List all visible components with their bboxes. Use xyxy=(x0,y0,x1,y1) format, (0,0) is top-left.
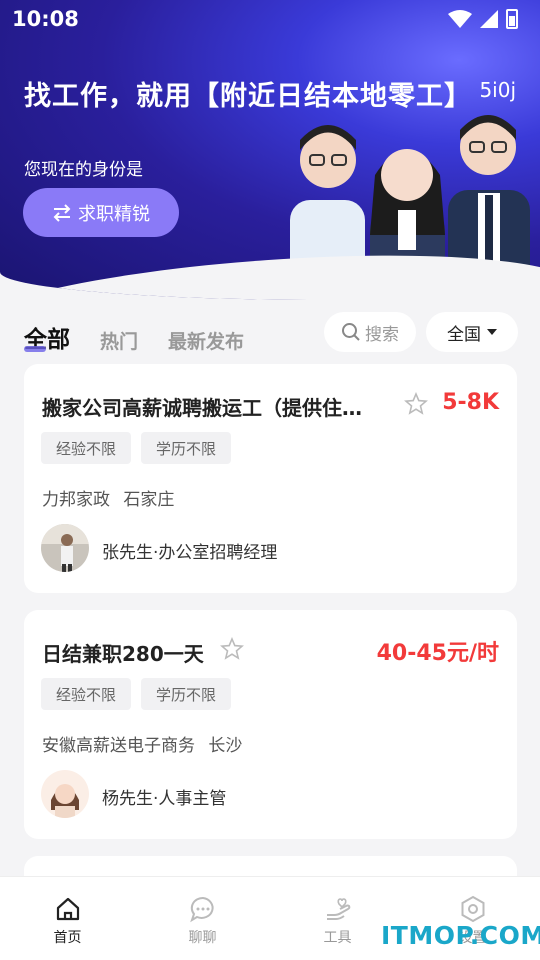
swap-icon xyxy=(53,203,71,222)
star-icon[interactable] xyxy=(220,637,244,661)
job-title: 日结兼职280一天 xyxy=(42,642,204,666)
recruiter-info: 张先生·办公室招聘经理 xyxy=(102,543,278,563)
job-card[interactable]: 搬家公司高薪诚聘搬运工（提供住… 5-8K 经验不限 学历不限 力邦家政 石家庄… xyxy=(24,364,517,593)
avatar xyxy=(41,524,89,572)
chat-bubble-icon xyxy=(189,896,214,923)
hand-heart-icon xyxy=(326,898,350,920)
job-title: 搬家公司高薪诚聘搬运工（提供住… xyxy=(42,396,362,420)
star-icon[interactable] xyxy=(404,392,428,416)
nav-home-label: 首页 xyxy=(53,930,82,946)
avatar xyxy=(41,770,89,818)
job-company-location: 力邦家政 石家庄 xyxy=(42,485,174,510)
role-label: 求职精锐 xyxy=(78,203,150,225)
company-name: 力邦家政 xyxy=(42,490,110,510)
job-salary: 40-45元/时 xyxy=(376,641,499,666)
status-bar: 10:08 xyxy=(0,0,540,38)
company-city: 石家庄 xyxy=(123,490,175,510)
category-tabs: 全部 热门 最新发布 xyxy=(24,312,244,354)
home-icon xyxy=(56,897,79,921)
job-company-location: 安徽高薪送电子商务 长沙 xyxy=(42,731,242,756)
tag-experience: 经验不限 xyxy=(41,678,132,710)
status-time: 10:08 xyxy=(12,7,79,31)
search-placeholder: 搜索 xyxy=(365,324,399,345)
job-card[interactable]: 日结兼职280一天 40-45元/时 经验不限 学历不限 安徽高薪送电子商务 长… xyxy=(24,610,517,839)
tab-all[interactable]: 全部 xyxy=(24,320,70,354)
hero-code: 5i0j xyxy=(479,78,516,102)
wifi-icon xyxy=(448,10,472,28)
battery-icon xyxy=(506,9,518,29)
tab-hot[interactable]: 热门 xyxy=(100,327,138,354)
business-people-illustration xyxy=(290,115,530,295)
switch-role-button[interactable]: 求职精锐 xyxy=(23,188,179,237)
signal-icon xyxy=(480,10,498,28)
search-icon xyxy=(342,323,360,341)
nav-tools-label: 工具 xyxy=(323,930,352,946)
caret-down-icon xyxy=(487,329,497,335)
region-select[interactable]: 全国 xyxy=(426,312,518,352)
nav-chat-label: 聊聊 xyxy=(188,930,217,946)
company-name: 安徽高薪送电子商务 xyxy=(42,736,195,756)
company-city: 长沙 xyxy=(208,736,243,756)
recruiter-info: 杨先生·人事主管 xyxy=(102,789,227,809)
nav-chat[interactable]: 聊聊 xyxy=(135,877,270,960)
tag-education: 学历不限 xyxy=(141,678,232,710)
nav-home[interactable]: 首页 xyxy=(0,877,135,960)
settings-hexagon-icon xyxy=(461,895,484,923)
region-label: 全国 xyxy=(447,324,481,345)
watermark: ITMOP.COM xyxy=(381,921,540,950)
search-button[interactable]: 搜索 xyxy=(324,312,416,352)
tag-education: 学历不限 xyxy=(141,432,232,464)
tab-latest[interactable]: 最新发布 xyxy=(168,327,244,354)
job-salary: 5-8K xyxy=(442,390,499,415)
identity-label: 您现在的身份是 xyxy=(24,160,143,180)
tag-experience: 经验不限 xyxy=(41,432,132,464)
hero-banner: 10:08 找工作，就用【附近日结本地零工】 5i0j 您现在的身份是 求职精锐 xyxy=(0,0,540,300)
